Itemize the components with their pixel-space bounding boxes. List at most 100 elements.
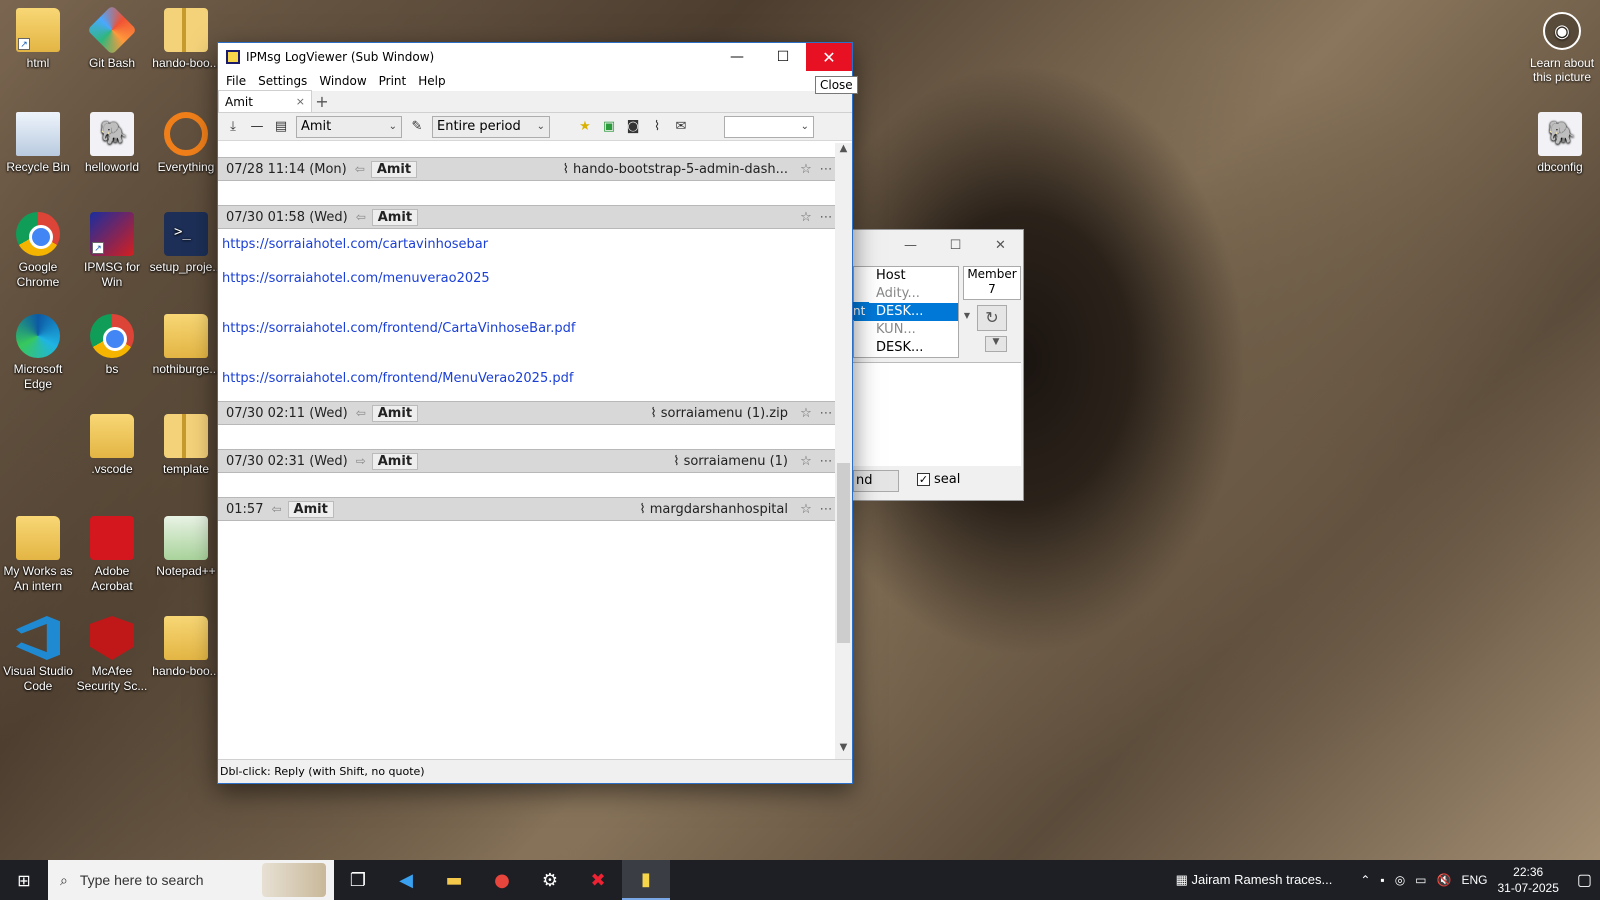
log-scrollbar[interactable]: ▲ ▼ xyxy=(835,143,852,759)
menu-print[interactable]: Print xyxy=(375,74,415,88)
document-icon[interactable]: ▤ xyxy=(272,118,290,136)
desktop-icon-edge[interactable]: Microsoft Edge xyxy=(0,314,76,392)
star-icon[interactable]: ☆ xyxy=(796,406,816,421)
minimize-button[interactable]: — xyxy=(714,43,760,71)
menu-help[interactable]: Help xyxy=(414,74,453,88)
more-icon[interactable]: ⋯ xyxy=(816,210,836,225)
send-button[interactable]: nd xyxy=(853,470,899,492)
camera-icon[interactable]: ◎ xyxy=(1395,873,1405,887)
message-link[interactable]: https://sorraiahotel.com/frontend/MenuVe… xyxy=(222,371,573,386)
send-window[interactable]: — ☐ ✕ Host Adity... DESK... KUN... DESK.… xyxy=(852,229,1024,501)
taskbar-chrome[interactable]: ● xyxy=(478,860,526,900)
start-button[interactable]: ⊞ xyxy=(0,860,48,900)
learn-about-picture[interactable]: ◉ Learn about this picture xyxy=(1524,12,1600,84)
more-icon[interactable]: ⋯ xyxy=(816,454,836,469)
more-icon[interactable]: ⋯ xyxy=(816,406,836,421)
star-filter-icon[interactable]: ★ xyxy=(576,118,594,136)
scrollbar-thumb[interactable] xyxy=(837,463,850,643)
attachment-name[interactable]: sorraiamenu (1).zip xyxy=(661,406,788,421)
download-icon[interactable]: ⤓ xyxy=(224,118,242,136)
taskbar-file-explorer[interactable]: ▬ xyxy=(430,860,478,900)
taskbar-search[interactable]: ⌕ Type here to search xyxy=(48,860,334,900)
host-list-item[interactable]: KUN... xyxy=(854,321,958,339)
collapse-icon[interactable]: — xyxy=(248,118,266,136)
desktop-icon-my-works[interactable]: My Works as An intern xyxy=(0,516,76,594)
desktop-icon-bs[interactable]: bs xyxy=(74,314,150,377)
log-list[interactable]: 07/28 11:14 (Mon) ⇦ Amit ⌇ hando-bootstr… xyxy=(218,143,836,759)
task-view-button[interactable]: ❐ xyxy=(334,860,382,900)
attachment-name[interactable]: sorraiamenu (1) xyxy=(684,454,788,469)
attachment-name[interactable]: margdarshanhospital xyxy=(650,502,788,517)
period-filter-select[interactable]: Entire period ⌄ xyxy=(432,115,550,138)
menu-window[interactable]: Window xyxy=(315,74,374,88)
host-list-selected-cell[interactable]: nt xyxy=(853,302,869,320)
user-filter-select[interactable]: Amit ⌄ xyxy=(296,115,402,138)
message-link[interactable]: https://sorraiahotel.com/frontend/CartaV… xyxy=(222,321,575,336)
desktop-icon-ipmsg[interactable]: ↗ IPMSG for Win xyxy=(74,212,150,290)
desktop-icon-adobe-acrobat[interactable]: Adobe Acrobat xyxy=(74,516,150,594)
sender-badge[interactable]: Amit xyxy=(287,500,334,518)
message-input[interactable] xyxy=(853,362,1021,466)
log-entry-header[interactable]: 07/28 11:14 (Mon) ⇦ Amit ⌇ hando-bootstr… xyxy=(218,157,836,181)
desktop-icon-hando-folder[interactable]: hando-boo... xyxy=(148,616,224,679)
host-list-item[interactable]: DESK... xyxy=(854,339,958,357)
maximize-button[interactable]: ☐ xyxy=(760,43,806,71)
log-entry-header[interactable]: 07/30 02:11 (Wed) ⇦ Amit ⌇ sorraiamenu (… xyxy=(218,401,836,425)
mail-filter-icon[interactable]: ✉ xyxy=(672,118,690,136)
menu-settings[interactable]: Settings xyxy=(254,74,315,88)
sender-badge[interactable]: Amit xyxy=(371,404,419,422)
desktop-icon-dbconfig[interactable]: dbconfig xyxy=(1522,112,1598,175)
desktop-icon-template[interactable]: template xyxy=(148,414,224,477)
sender-badge[interactable]: Amit xyxy=(370,160,418,178)
star-icon[interactable]: ☆ xyxy=(796,502,816,517)
network-icon[interactable]: ▭ xyxy=(1415,873,1426,887)
log-entry-header[interactable]: 01:57 ⇦ Amit ⌇ margdarshanhospital ☆ ⋯ xyxy=(218,497,836,521)
ipmsg-tray-icon[interactable]: ▪ xyxy=(1380,873,1384,887)
language-indicator[interactable]: ENG xyxy=(1461,873,1487,887)
close-button[interactable]: ✕ xyxy=(806,43,852,71)
sender-badge[interactable]: Amit xyxy=(371,208,419,226)
close-icon[interactable]: ✕ xyxy=(978,238,1023,253)
desktop-icon-hando-zip[interactable]: hando-boo... xyxy=(148,8,224,71)
chevron-up-icon[interactable]: ▲ xyxy=(835,143,852,160)
desktop-icon-helloworld[interactable]: helloworld xyxy=(74,112,150,175)
chevron-up-icon[interactable]: ⌃ xyxy=(1360,873,1370,887)
seal-checkbox[interactable]: ✓ seal xyxy=(917,472,960,487)
notification-icon[interactable]: ▢ xyxy=(1577,870,1592,890)
desktop-icon-google-chrome[interactable]: Google Chrome xyxy=(0,212,76,290)
clock[interactable]: 22:36 31-07-2025 xyxy=(1497,864,1558,896)
minimize-icon[interactable]: — xyxy=(888,238,933,253)
desktop-icon-git-bash[interactable]: Git Bash xyxy=(74,5,150,71)
message-link[interactable]: https://sorraiahotel.com/cartavinhosebar xyxy=(222,237,488,252)
taskbar-settings[interactable]: ⚙ xyxy=(526,860,574,900)
log-entry-header[interactable]: 07/30 01:58 (Wed) ⇦ Amit ☆ ⋯ xyxy=(218,205,836,229)
dropdown-button[interactable]: ▼ xyxy=(985,336,1007,352)
desktop-icon-everything[interactable]: Everything xyxy=(148,112,224,175)
desktop-icon-vscode-folder[interactable]: .vscode xyxy=(74,414,150,477)
search-select[interactable]: ⌄ xyxy=(724,115,814,138)
more-icon[interactable]: ⋯ xyxy=(816,162,836,177)
message-link[interactable]: https://sorraiahotel.com/menuverao2025 xyxy=(222,271,490,286)
volume-muted-icon[interactable]: 🔇 xyxy=(1437,873,1452,887)
host-list-item[interactable]: Adity... xyxy=(854,285,958,303)
checkbox-checked-icon[interactable]: ✓ xyxy=(917,473,930,486)
desktop-icon-setup-project[interactable]: setup_proje... xyxy=(148,212,224,275)
host-list-header[interactable]: Host xyxy=(854,267,958,285)
attachment-name[interactable]: hando-bootstrap-5-admin-dash... xyxy=(573,162,788,177)
maximize-icon[interactable]: ☐ xyxy=(933,238,978,253)
desktop-icon-recycle-bin[interactable]: Recycle Bin xyxy=(0,112,76,175)
recipient-badge[interactable]: Amit xyxy=(371,452,419,470)
logviewer-window[interactable]: IPMsg LogViewer (Sub Window) — ☐ ✕ File … xyxy=(217,42,853,784)
tab-amit[interactable]: Amit × xyxy=(218,90,312,112)
tab-close-icon[interactable]: × xyxy=(296,95,305,108)
chevron-down-icon[interactable]: ▼ xyxy=(835,742,852,759)
refresh-button[interactable]: ↻ xyxy=(977,305,1007,331)
menu-file[interactable]: File xyxy=(222,74,254,88)
desktop-icon-mcafee[interactable]: McAfee Security Sc... xyxy=(74,616,150,694)
news-widget[interactable]: ▦ Jairam Ramesh traces... xyxy=(1176,872,1333,888)
taskbar-vscode[interactable]: ◀ xyxy=(382,860,430,900)
pencil-icon[interactable]: ✎ xyxy=(408,118,426,136)
desktop-icon-nothiburger[interactable]: nothiburge... xyxy=(148,314,224,377)
desktop-icon-html[interactable]: ↗ html xyxy=(0,8,76,71)
host-list-item-selected[interactable]: DESK... xyxy=(854,303,958,321)
